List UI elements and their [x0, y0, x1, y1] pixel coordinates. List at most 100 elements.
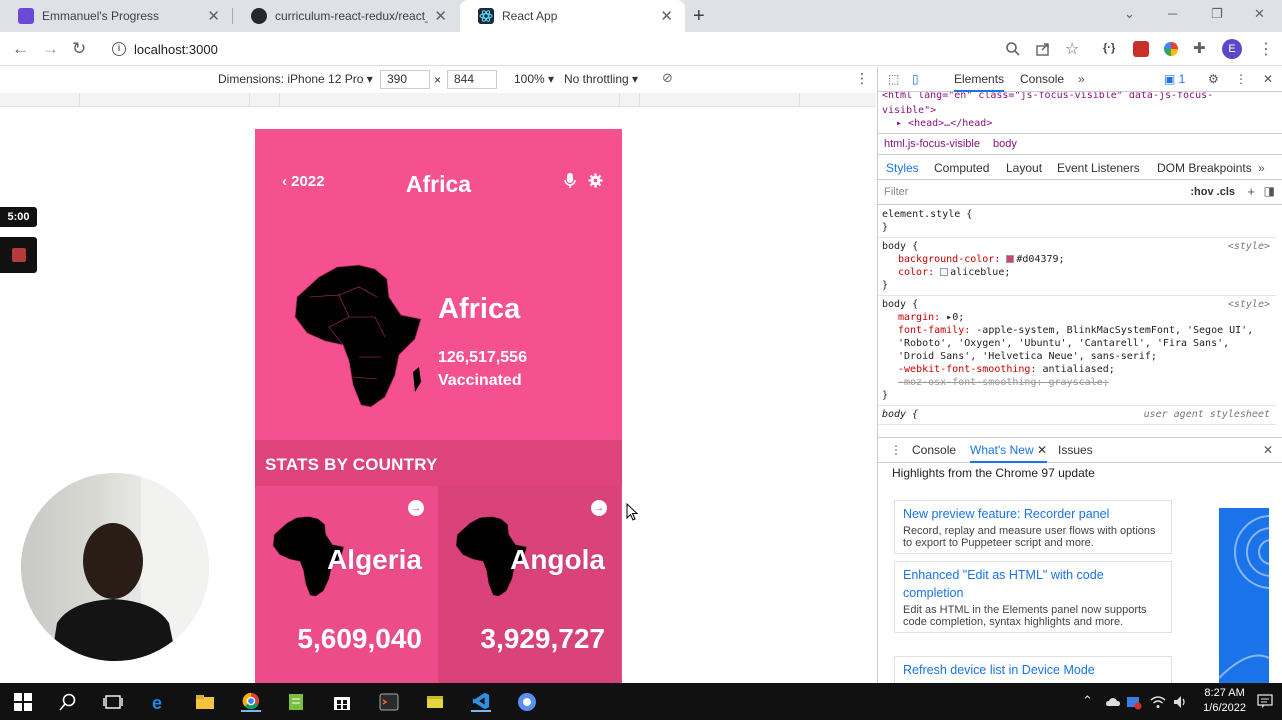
extensions-puzzle-icon[interactable]: ✚ [1193, 39, 1206, 57]
reload-icon[interactable]: ↻ [72, 39, 86, 59]
extension-red-icon[interactable] [1133, 41, 1149, 57]
tab-search-icon[interactable]: ⌄ [1124, 6, 1135, 22]
settings-gear-icon[interactable]: ⚙ [1208, 72, 1219, 86]
css-property[interactable]: -webkit-font-smoothing: [898, 364, 1036, 375]
filter-input[interactable]: Filter [884, 186, 908, 198]
terminal-icon[interactable] [379, 692, 399, 712]
css-property[interactable]: font-family: [898, 325, 970, 336]
breadcrumb-html[interactable]: html.js-focus-visible [884, 138, 980, 150]
inspect-element-icon[interactable]: ⬚ [888, 72, 899, 86]
onedrive-icon[interactable] [1105, 694, 1121, 710]
restore-icon[interactable]: ❐ [1211, 6, 1223, 22]
zoom-select[interactable]: 100% ▾ [514, 72, 554, 86]
microphone-icon[interactable] [564, 173, 576, 189]
json-extension-icon[interactable]: {·} [1103, 42, 1115, 54]
taskbar-search-icon[interactable] [58, 692, 78, 712]
forward-arrow-icon[interactable]: → [42, 39, 59, 59]
country-card-angola[interactable]: → Angola 3,929,727 [438, 486, 621, 683]
device-toolbar-menu-icon[interactable]: ⋮ [855, 70, 869, 87]
new-tab-button[interactable]: + [693, 5, 705, 28]
windows-start-icon[interactable] [13, 692, 33, 712]
devtools-menu-icon[interactable]: ⋮ [1235, 72, 1247, 86]
arrow-right-icon[interactable]: → [408, 500, 424, 516]
tab-computed[interactable]: Computed [934, 161, 989, 175]
sticky-notes-icon[interactable] [425, 692, 445, 712]
rule-selector[interactable]: body { [882, 298, 1272, 311]
color-swatch[interactable] [940, 268, 949, 276]
drawer-tab-issues[interactable]: Issues [1058, 443, 1093, 457]
hov-cls-toggles[interactable]: :hov .cls [1190, 186, 1235, 198]
back-arrow-icon[interactable]: ← [12, 39, 29, 59]
country-card-algeria[interactable]: → Algeria 5,609,040 [255, 486, 438, 683]
css-value[interactable]: 0; [952, 312, 964, 323]
browser-menu-icon[interactable]: ⋮ [1258, 39, 1274, 59]
tab-elements[interactable]: Elements [954, 72, 1005, 92]
url-text[interactable]: localhost:3000 [134, 42, 218, 57]
device-toggle-icon[interactable]: ▯ [912, 72, 919, 86]
close-tab-icon[interactable]: ✕ [434, 7, 447, 25]
microsoft-store-icon[interactable] [332, 692, 352, 712]
tab-console[interactable]: Console [1020, 72, 1064, 86]
volume-icon[interactable] [1172, 694, 1188, 710]
profile-avatar[interactable]: E [1222, 39, 1242, 59]
chrome-icon[interactable] [241, 692, 261, 712]
throttling-select[interactable]: No throttling ▾ [564, 72, 638, 86]
bookmark-star-icon[interactable]: ☆ [1065, 39, 1079, 59]
device-dimensions-select[interactable]: Dimensions: iPhone 12 Pro ▾ [218, 72, 373, 86]
notifications-icon[interactable] [1257, 693, 1273, 709]
tray-overflow-icon[interactable]: ⌃ [1082, 693, 1093, 709]
device-width-input[interactable]: 390 [380, 70, 430, 89]
window-close-icon[interactable]: ✕ [1254, 6, 1265, 22]
notepad-plus-icon[interactable] [286, 692, 306, 712]
whats-new-link[interactable]: Enhanced "Edit as HTML" with code comple… [903, 566, 1163, 602]
css-value[interactable]: aliceblue; [950, 267, 1010, 278]
drawer-menu-icon[interactable]: ⋮ [890, 443, 902, 457]
share-icon[interactable] [1035, 41, 1051, 57]
vscode-icon[interactable] [471, 692, 491, 712]
tab-layout[interactable]: Layout [1006, 161, 1042, 175]
more-subtabs-icon[interactable]: » [1258, 161, 1265, 175]
close-devtools-icon[interactable]: ✕ [1263, 72, 1273, 86]
color-swatch[interactable] [1006, 255, 1015, 263]
color-wheel-extension-icon[interactable] [1163, 41, 1179, 57]
whats-new-link[interactable]: New preview feature: Recorder panel [903, 505, 1163, 523]
tab-event-listeners[interactable]: Event Listeners [1057, 161, 1140, 175]
minimize-icon[interactable]: ─ [1168, 6, 1177, 21]
more-tabs-icon[interactable]: » [1078, 72, 1085, 86]
close-tab-icon[interactable]: ✕ [207, 7, 220, 25]
address-bar[interactable]: i localhost:3000 [104, 35, 984, 63]
sidebar-toggle-icon[interactable]: ◨ [1264, 184, 1275, 198]
arrow-right-icon[interactable]: → [591, 500, 607, 516]
tab-dom-breakpoints[interactable]: DOM Breakpoints [1157, 161, 1252, 175]
browser-tab-react-app[interactable]: React App ✕ [460, 0, 685, 32]
zoom-icon[interactable] [1005, 41, 1021, 57]
system-clock[interactable]: 8:27 AM 1/6/2022 [1203, 686, 1246, 716]
site-info-icon[interactable]: i [112, 42, 126, 56]
new-rule-icon[interactable]: + [1247, 184, 1255, 199]
browser-tab-emmanuels-progress[interactable]: Emmanuel's Progress ✕ [0, 0, 232, 32]
rule-source-link[interactable]: <style> [1228, 298, 1270, 311]
css-property[interactable]: margin: [898, 312, 940, 323]
issues-badge[interactable]: ▣ 1 [1164, 72, 1185, 86]
browser-tab-github[interactable]: curriculum-react-redux/react_cap ✕ [233, 0, 459, 32]
rule-selector[interactable]: body { [882, 240, 1272, 253]
css-property[interactable]: color: [898, 267, 934, 278]
rule-source-link[interactable]: <style> [1228, 240, 1270, 253]
whats-new-card[interactable]: Enhanced "Edit as HTML" with code comple… [894, 561, 1172, 633]
drawer-tab-console[interactable]: Console [912, 443, 956, 457]
close-whats-new-icon[interactable]: ✕ [1037, 443, 1047, 457]
tab-styles[interactable]: Styles [886, 161, 919, 175]
rule-selector[interactable]: element.style { [882, 208, 1272, 221]
close-tab-icon[interactable]: ✕ [660, 7, 673, 25]
css-value[interactable]: antialiased; [1043, 364, 1115, 375]
device-height-input[interactable]: 844 [447, 70, 497, 89]
whats-new-link[interactable]: Refresh device list in Device Mode [903, 661, 1163, 679]
css-value[interactable]: #d04379; [1016, 254, 1064, 265]
stop-recording-button[interactable] [0, 237, 37, 273]
file-explorer-icon[interactable] [195, 692, 215, 712]
edge-browser-icon[interactable]: e [150, 692, 170, 712]
css-property[interactable]: background-color: [898, 254, 1000, 265]
whats-new-card[interactable]: Refresh device list in Device Mode [894, 656, 1172, 684]
gear-icon[interactable] [588, 173, 603, 188]
breadcrumb-body[interactable]: body [993, 138, 1017, 150]
